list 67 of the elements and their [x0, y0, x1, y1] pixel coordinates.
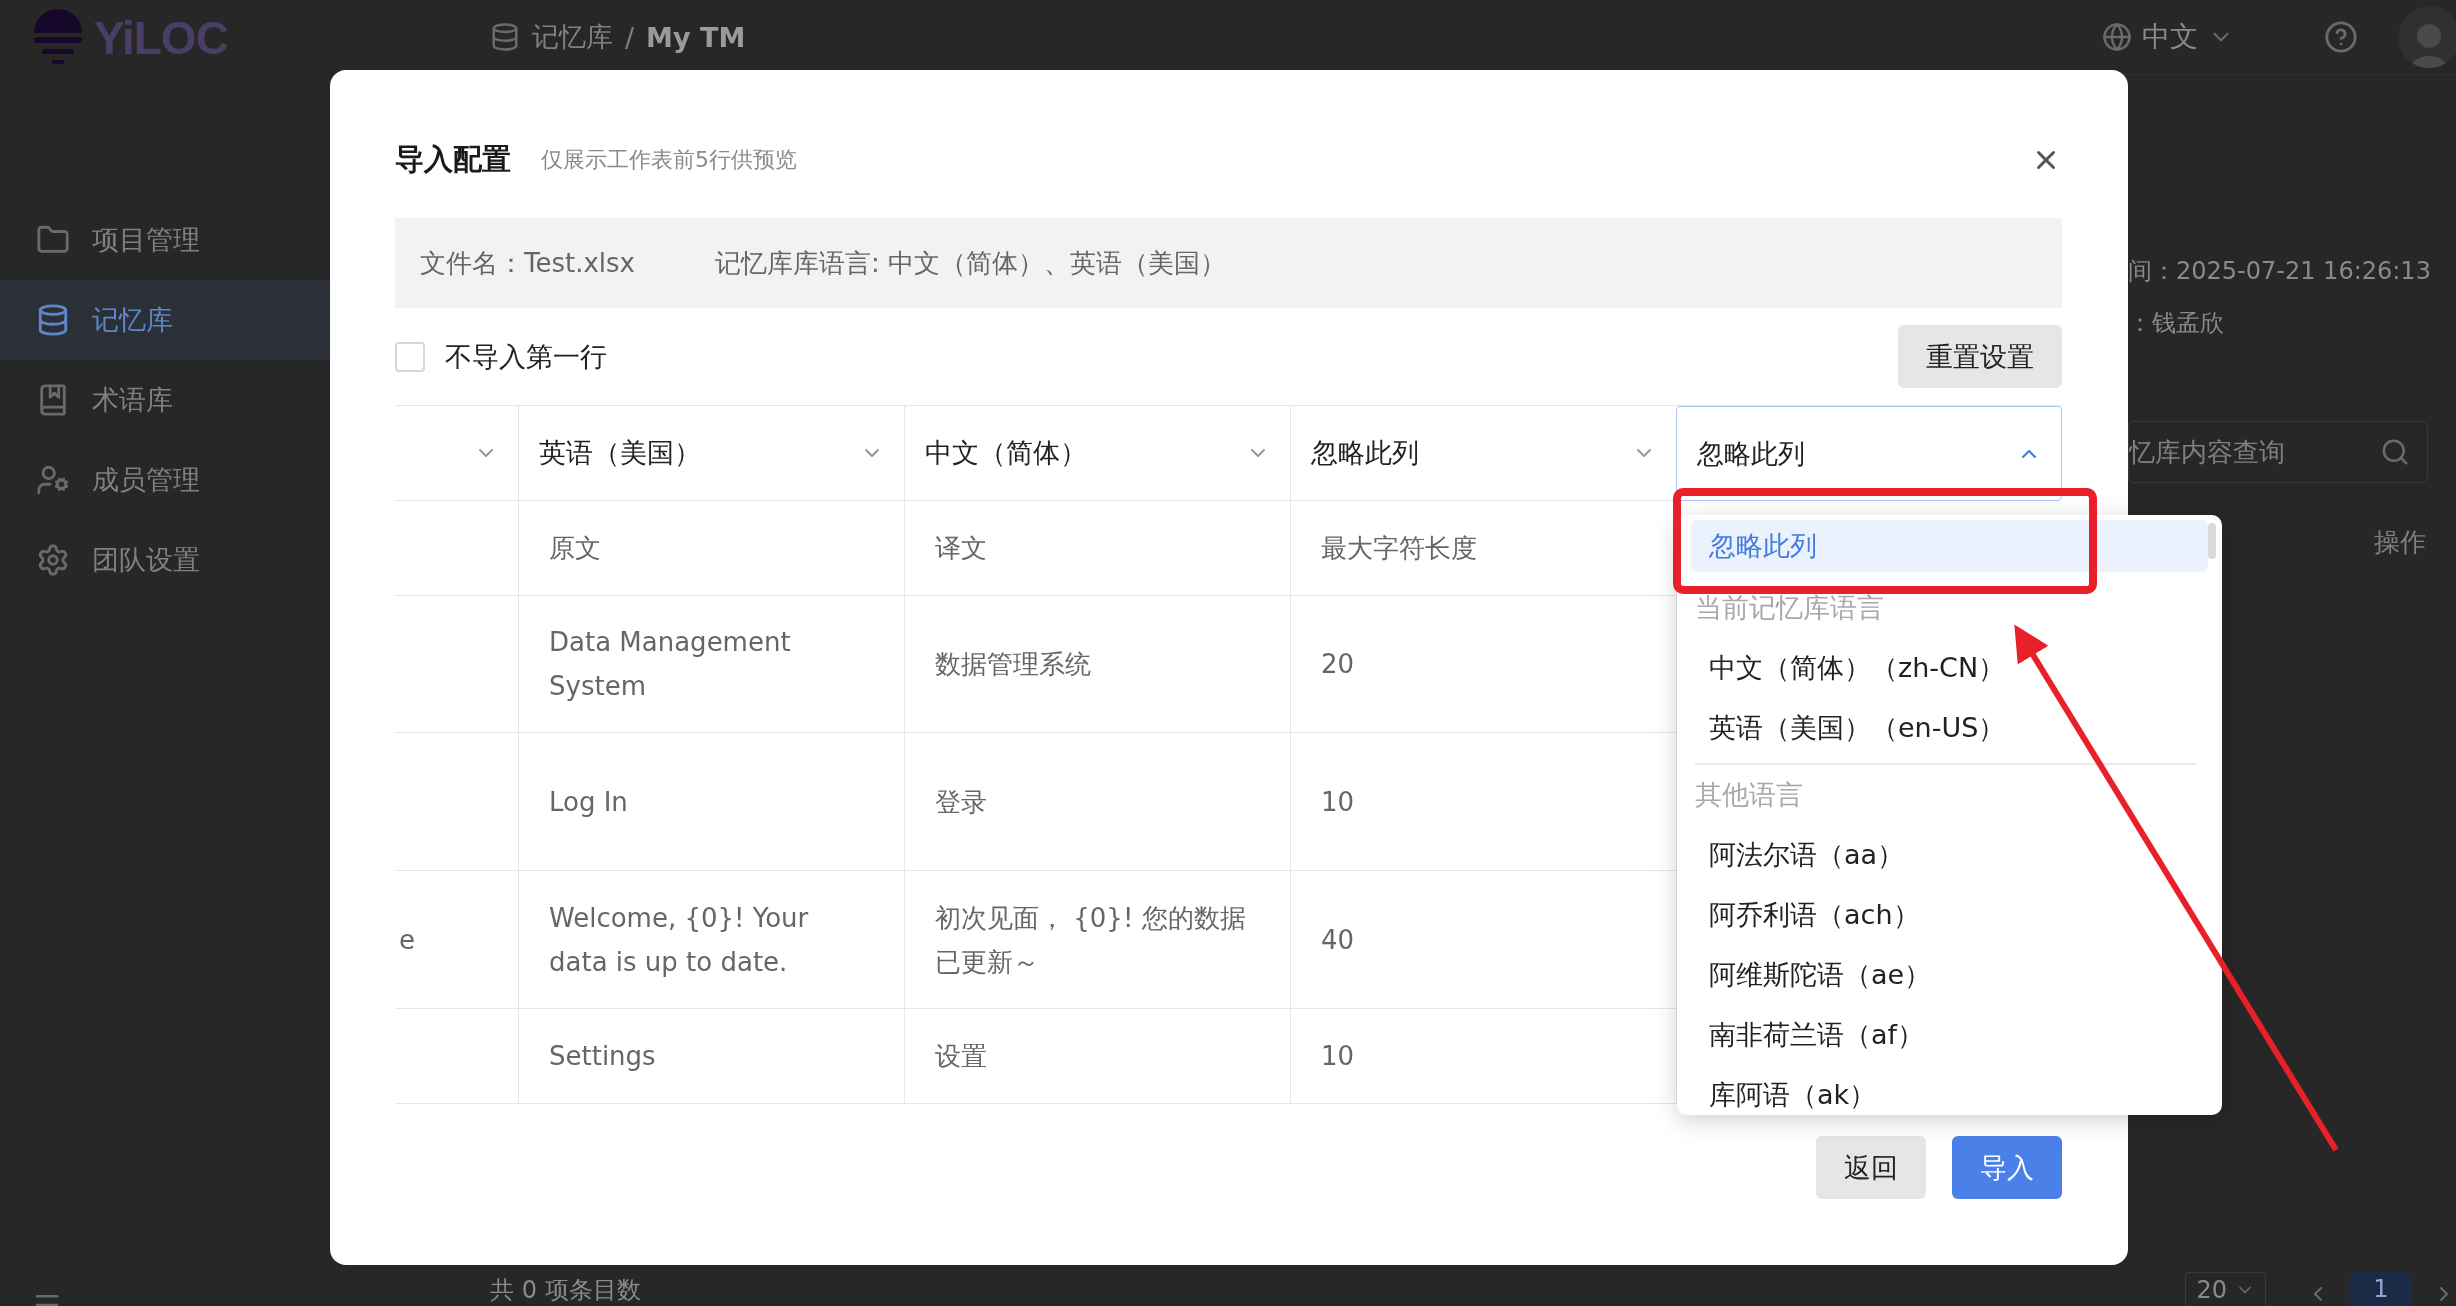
- creator-text: ：钱孟欣: [2128, 308, 2225, 339]
- scrollbar-thumb[interactable]: [2208, 523, 2216, 559]
- table-cell-text: 登录: [935, 785, 987, 819]
- table-cell-text: Log In: [549, 785, 628, 819]
- language-menu[interactable]: 中文: [2142, 18, 2198, 56]
- table-cell-text: 设置: [935, 1040, 987, 1073]
- total-count-text: 共 0 项条目数: [490, 1275, 641, 1306]
- column-select[interactable]: 忽略此列: [1290, 406, 1676, 501]
- checkbox-label: 不导入第一行: [445, 339, 607, 374]
- dropdown-option[interactable]: 南非荷兰语（af）: [1691, 1005, 2208, 1065]
- dropdown-option[interactable]: 中文（简体）（zh-CN）: [1691, 638, 2208, 698]
- search-icon[interactable]: [2380, 437, 2410, 467]
- sidebar-label: 团队设置: [92, 543, 200, 577]
- globe-icon[interactable]: [2102, 22, 2132, 52]
- table-cell-text: 40: [1321, 923, 1355, 957]
- settings-icon: [36, 543, 70, 577]
- table-cell-text: 10: [1321, 1040, 1355, 1073]
- import-button[interactable]: 导入: [1952, 1136, 2062, 1199]
- breadcrumb-current: My TM: [646, 21, 746, 53]
- logo-text: YiLOC: [94, 10, 228, 65]
- checkbox[interactable]: [395, 341, 425, 372]
- dropdown-option[interactable]: 英语（美国）（en-US）: [1691, 698, 2208, 758]
- table-cell-text: 初次见面， {0}! 您的数据已更新～: [935, 901, 1247, 979]
- back-button[interactable]: 返回: [1816, 1136, 1926, 1199]
- breadcrumb-link[interactable]: 记忆库: [532, 19, 613, 55]
- sidebar-item[interactable]: 术语库: [0, 360, 440, 440]
- sidebar-item[interactable]: 成员管理: [0, 440, 440, 520]
- help-icon[interactable]: [2324, 20, 2358, 54]
- column-select[interactable]: 中文（简体）: [904, 406, 1290, 501]
- dropdown-option[interactable]: 阿维斯陀语（ae）: [1691, 945, 2208, 1005]
- database-icon: [36, 303, 70, 337]
- dialog-subtitle: 仅展示工作表前5行供预览: [541, 146, 797, 174]
- table-cell-text: Data Management System: [549, 626, 792, 703]
- page-size-select[interactable]: 20: [2185, 1272, 2266, 1306]
- search-field[interactable]: 忆库内容查询: [2128, 421, 2428, 483]
- sidebar-label: 术语库: [92, 383, 173, 417]
- table-cell-text: 20: [1321, 648, 1355, 681]
- dropdown-option[interactable]: 阿乔利语（ach）: [1691, 885, 2208, 945]
- table-cell-text: 最大字符长度: [1321, 532, 1477, 565]
- breadcrumb-separator: /: [625, 21, 635, 53]
- page-number-button[interactable]: 1: [2350, 1272, 2412, 1306]
- dialog-title: 导入配置: [395, 141, 511, 178]
- table-cell-text: 数据管理系统: [935, 648, 1091, 681]
- dropdown-option[interactable]: 阿法尔语（aa）: [1691, 825, 2208, 885]
- dropdown-option[interactable]: 库阿语（ak）: [1691, 1065, 2208, 1115]
- dropdown-option[interactable]: 忽略此列: [1691, 520, 2208, 572]
- database-icon: [490, 22, 520, 52]
- table-cell-text: 原文: [549, 532, 601, 565]
- file-info-text: 记忆库库语言: 中文（简体）、英语（美国）: [715, 246, 1227, 280]
- user-gear-icon: [36, 463, 70, 497]
- table-cell-text: e: [399, 923, 415, 957]
- sidebar-label: 记忆库: [92, 303, 173, 337]
- file-info-text: 文件名：Test.xlsx: [420, 246, 635, 280]
- dropdown-group-label: 当前记忆库语言: [1694, 591, 1885, 625]
- reset-button[interactable]: 重置设置: [1898, 325, 2062, 388]
- dropdown-group-label: 其他语言: [1694, 778, 1804, 812]
- column-select[interactable]: 忽略此列: [1676, 406, 2062, 501]
- created-time-text: 间：2025-07-21 16:26:13: [2128, 256, 2432, 287]
- table-cell-text: Welcome, {0}! Your data is up to date.: [549, 901, 810, 979]
- sidebar-item[interactable]: 团队设置: [0, 520, 440, 600]
- sidebar-label: 成员管理: [92, 463, 200, 497]
- column-select[interactable]: 英语（美国）: [518, 406, 904, 501]
- table-cell-text: Settings: [549, 1040, 656, 1073]
- table-cell-text: 10: [1321, 785, 1355, 819]
- table-cell-text: 译文: [935, 532, 987, 565]
- sidebar-label: 项目管理: [92, 223, 200, 257]
- column-heading: 操作: [2374, 526, 2426, 559]
